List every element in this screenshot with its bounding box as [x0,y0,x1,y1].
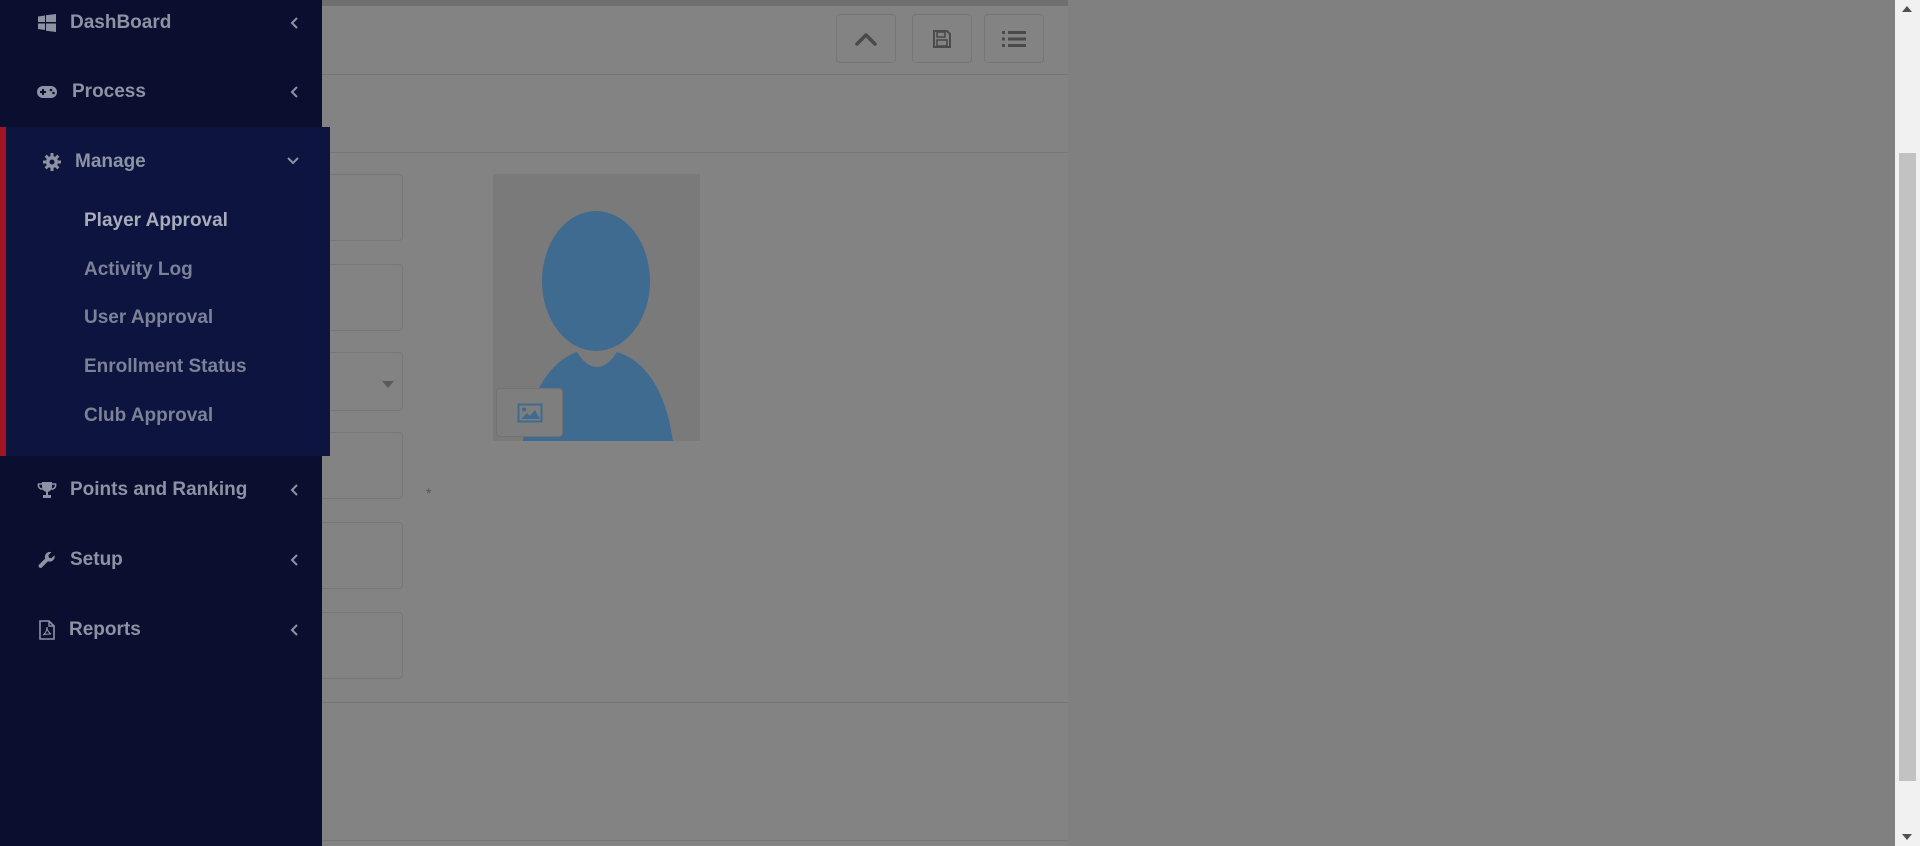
scroll-down-arrow-icon[interactable] [1902,834,1912,840]
sidebar-subitem-player-approval[interactable]: Player Approval [84,210,228,232]
chevron-left-icon [286,552,302,568]
sidebar-subitem-activity-log[interactable]: Activity Log [84,259,193,281]
sidebar: DashBoard Process Manage Player Approval… [0,0,330,846]
sidebar-item-points-and-ranking[interactable]: Points and Ranking [0,467,322,513]
list-view-button[interactable] [984,14,1044,63]
chevron-left-icon [286,84,302,100]
sidebar-item-label: Process [72,81,146,102]
sidebar-item-process[interactable]: Process [0,69,322,115]
sidebar-item-label: Manage [75,151,146,172]
save-button[interactable] [912,14,972,63]
sidebar-item-dashboard[interactable]: DashBoard [0,0,322,46]
sidebar-item-setup[interactable]: Setup [0,537,322,583]
sidebar-item-reports[interactable]: Reports [0,607,322,653]
sidebar-item-label: Points and Ranking [70,479,248,500]
chevron-left-icon [286,622,302,638]
sidebar-item-label: Setup [70,549,123,570]
trophy-icon [36,479,58,501]
scrollbar-thumb[interactable] [1899,153,1916,781]
chevron-down-icon [285,153,301,169]
list-icon [1002,30,1026,47]
pdf-file-icon [36,619,58,641]
sidebar-subitem-user-approval[interactable]: User Approval [84,307,213,329]
chevron-left-icon [286,15,302,31]
caret-down-icon [382,381,394,388]
chevron-left-icon [286,482,302,498]
scroll-up-arrow-icon[interactable] [1902,6,1912,12]
sidebar-item-label: Reports [69,619,141,640]
vertical-scrollbar[interactable] [1895,0,1920,846]
gear-icon [41,151,63,173]
chevron-up-icon [855,32,877,46]
sidebar-subitem-enrollment-status[interactable]: Enrollment Status [84,356,247,378]
gamepad-icon [36,81,58,103]
upload-photo-button[interactable] [496,388,563,437]
sidebar-item-label: DashBoard [70,12,172,33]
sidebar-item-manage[interactable]: Manage [0,127,330,195]
image-icon [517,403,542,422]
scroll-up-button[interactable] [836,14,896,63]
sidebar-subitem-club-approval[interactable]: Club Approval [84,405,213,427]
wrench-icon [36,549,58,571]
save-icon [933,29,951,48]
sidebar-section-manage: Manage Player Approval Activity Log User… [0,127,330,456]
windows-icon [36,12,58,34]
required-marker: * [426,485,432,501]
